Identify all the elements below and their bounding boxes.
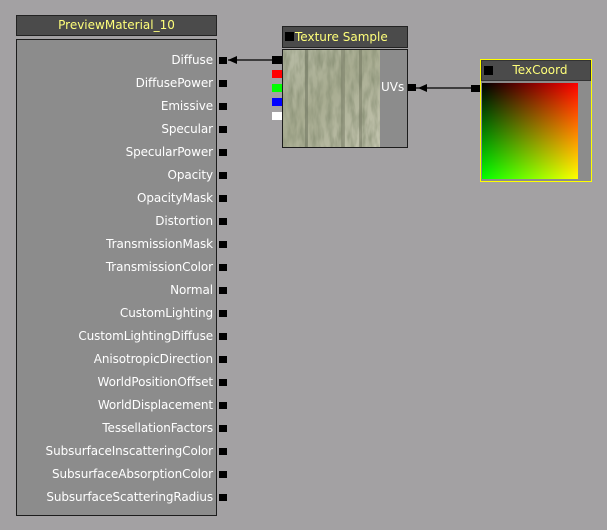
material-input-row[interactable]: TransmissionColor [16, 256, 215, 279]
material-input-label: DiffusePower [135, 76, 213, 90]
material-input-pin[interactable] [219, 333, 227, 340]
material-input-label: Normal [170, 283, 213, 297]
material-input-row[interactable]: CustomLightingDiffuse [16, 325, 215, 348]
material-input-row[interactable]: Emissive [16, 95, 215, 118]
texture-alpha-output-pin[interactable] [272, 112, 282, 120]
wire-uvs-arrow-icon [418, 84, 427, 92]
material-input-pin[interactable] [219, 149, 227, 156]
material-input-pin[interactable] [219, 241, 227, 248]
material-input-row[interactable]: CustomLighting [16, 302, 215, 325]
texture-sample-collapse-toggle[interactable] [285, 32, 294, 41]
material-input-row[interactable]: TessellationFactors [16, 417, 215, 440]
material-input-row[interactable]: SubsurfaceScatteringRadius [16, 486, 215, 509]
material-input-pin[interactable] [219, 218, 227, 225]
material-input-row[interactable]: SpecularPower [16, 141, 215, 164]
texture-green-output-pin[interactable] [272, 84, 282, 92]
texcoord-output-pin[interactable] [471, 85, 480, 92]
texture-uvs-input-pin[interactable] [408, 84, 416, 91]
material-input-pin[interactable] [219, 448, 227, 455]
material-input-label: CustomLightingDiffuse [78, 329, 213, 343]
material-input-label: CustomLighting [119, 306, 213, 320]
material-input-pin[interactable] [219, 103, 227, 110]
material-input-row[interactable]: OpacityMask [16, 187, 215, 210]
material-input-row[interactable]: TransmissionMask [16, 233, 215, 256]
texcoord-title: TexCoord [512, 63, 568, 77]
material-input-row[interactable]: WorldDisplacement [16, 394, 215, 417]
material-input-label: AnisotropicDirection [93, 352, 213, 366]
texcoord-collapse-toggle[interactable] [484, 66, 493, 75]
material-input-label: TessellationFactors [102, 421, 213, 435]
material-input-pin[interactable] [219, 172, 227, 179]
material-input-row[interactable]: WorldPositionOffset [16, 371, 215, 394]
material-input-pin[interactable] [219, 264, 227, 271]
material-input-row[interactable]: DiffusePower [16, 72, 215, 95]
material-input-pin[interactable] [219, 402, 227, 409]
material-input-label: SubsurfaceInscatteringColor [45, 444, 214, 458]
material-input-row[interactable]: Distortion [16, 210, 215, 233]
material-input-pin[interactable] [219, 310, 227, 317]
texture-sample-title: Texture Sample [295, 30, 388, 44]
material-input-row[interactable]: AnisotropicDirection [16, 348, 215, 371]
material-input-pin[interactable] [219, 379, 227, 386]
material-input-label: SubsurfaceScatteringRadius [46, 490, 213, 504]
texcoord-title-bar[interactable]: TexCoord [481, 60, 591, 81]
texture-sample-title-bar[interactable]: Texture Sample [282, 26, 408, 48]
material-input-row[interactable]: Specular [16, 118, 215, 141]
material-input-row[interactable]: SubsurfaceInscatteringColor [16, 440, 215, 463]
material-input-label: OpacityMask [137, 191, 213, 205]
material-input-label: Emissive [160, 99, 213, 113]
material-input-label: WorldDisplacement [97, 398, 213, 412]
material-input-label: Distortion [155, 214, 213, 228]
material-input-label: TransmissionMask [106, 237, 213, 251]
material-input-row[interactable]: Diffuse [16, 49, 215, 72]
texture-preview [283, 50, 380, 147]
material-input-pin[interactable] [219, 494, 227, 501]
texcoord-uv-preview [482, 83, 578, 179]
material-input-label: WorldPositionOffset [97, 375, 214, 389]
material-node-title: PreviewMaterial_10 [58, 18, 175, 32]
material-input-row[interactable]: SubsurfaceAbsorptionColor [16, 463, 215, 486]
texture-uvs-label: UVs [381, 80, 405, 94]
material-input-label: SubsurfaceAbsorptionColor [52, 467, 213, 481]
material-input-pin[interactable] [219, 471, 227, 478]
material-input-label: Specular [161, 122, 213, 136]
wire-diffuse-arrow-icon [228, 56, 237, 64]
material-input-row[interactable]: Normal [16, 279, 215, 302]
material-input-pin[interactable] [219, 126, 227, 133]
texture-rgb-output-pin[interactable] [272, 56, 282, 64]
material-input-pin[interactable] [219, 425, 227, 432]
material-input-pin[interactable] [219, 80, 227, 87]
material-input-pin[interactable] [219, 287, 227, 294]
material-input-label: Opacity [167, 168, 214, 182]
material-input-pin[interactable] [219, 195, 227, 202]
material-input-pin[interactable] [219, 57, 227, 64]
material-input-label: SpecularPower [125, 145, 214, 159]
material-input-label: TransmissionColor [105, 260, 213, 274]
texture-red-output-pin[interactable] [272, 70, 282, 78]
material-input-label: Diffuse [171, 53, 213, 67]
material-input-row[interactable]: Opacity [16, 164, 215, 187]
material-node-title-bar[interactable]: PreviewMaterial_10 [16, 15, 217, 36]
texture-blue-output-pin[interactable] [272, 98, 282, 106]
material-input-pin[interactable] [219, 356, 227, 363]
